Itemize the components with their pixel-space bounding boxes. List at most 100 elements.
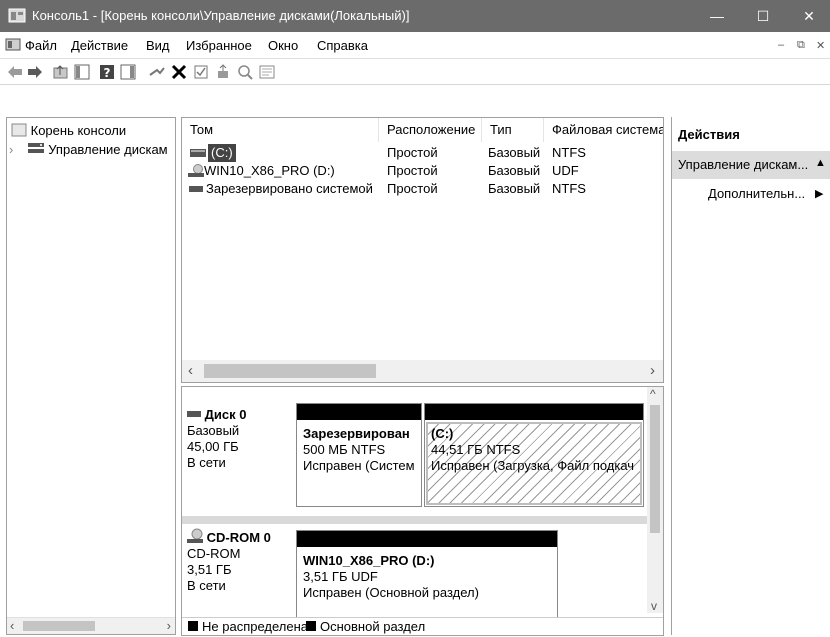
partition-size: 3,51 ГБ UDF bbox=[303, 569, 378, 584]
disk-0-info[interactable]: Диск 0 Базовый 45,00 ГБ В сети bbox=[187, 407, 293, 471]
menu-favorites[interactable]: Избранное bbox=[186, 38, 252, 53]
tree-horizontal-scrollbar[interactable]: ‹ › bbox=[7, 617, 175, 634]
maximize-button[interactable]: ☐ bbox=[740, 0, 786, 32]
partition-status: Исправен (Загрузка, Файл подкач bbox=[431, 458, 635, 473]
partition-title: WIN10_X86_PRO (D:) bbox=[303, 553, 435, 568]
volume-name-cell: Зарезервировано системой bbox=[206, 181, 373, 196]
window-title: Консоль1 - [Корень консоли\Управление ди… bbox=[32, 8, 410, 23]
mdi-restore-button[interactable]: ⧉ bbox=[797, 39, 805, 52]
menu-window[interactable]: Окно bbox=[268, 38, 298, 53]
disk-name: CD-ROM 0 bbox=[206, 530, 271, 545]
partition-size: 44,51 ГБ NTFS bbox=[431, 442, 521, 457]
extend-icon[interactable] bbox=[214, 63, 232, 81]
cdrom-0-info[interactable]: CD-ROM 0 CD-ROM 3,51 ГБ В сети bbox=[187, 528, 293, 594]
volume-list: Том Расположение Тип Файловая система (C… bbox=[181, 117, 664, 383]
disk-volume-icon bbox=[190, 149, 206, 157]
actions-section-disk-management[interactable]: Управление дискам... ▲ bbox=[672, 151, 830, 179]
table-row[interactable]: (C:) Простой Базовый NTFS bbox=[182, 144, 663, 162]
menu-file[interactable]: Файл bbox=[25, 38, 57, 53]
scroll-right-arrow-icon[interactable]: › bbox=[167, 618, 171, 633]
legend-primary-label: Основной раздел bbox=[320, 619, 426, 634]
type-cell: Базовый bbox=[488, 145, 541, 160]
scroll-thumb[interactable] bbox=[204, 364, 376, 378]
scroll-thumb[interactable] bbox=[23, 621, 95, 631]
connect-icon[interactable] bbox=[148, 63, 166, 81]
partition-c[interactable]: (C:) 44,51 ГБ NTFS Исправен (Загрузка, Ф… bbox=[424, 403, 644, 507]
submenu-arrow-icon: ▶ bbox=[815, 188, 824, 200]
menu-bar: Файл Действие Вид Избранное Окно Справка… bbox=[0, 32, 830, 59]
disk-separator bbox=[182, 516, 647, 524]
volume-name-cell: (C:) bbox=[208, 144, 236, 162]
partition-status: Исправен (Систем bbox=[303, 458, 415, 473]
expand-arrow-icon[interactable]: › bbox=[9, 142, 23, 157]
mdi-minimize-button[interactable]: – bbox=[778, 39, 784, 51]
help-icon[interactable]: ? bbox=[98, 63, 116, 81]
console-tree-pane: Корень консоли › Управление дискам ‹ › bbox=[6, 117, 176, 635]
filesystem-cell: UDF bbox=[552, 163, 579, 178]
filesystem-cell: NTFS bbox=[552, 181, 586, 196]
close-button[interactable]: ✕ bbox=[786, 0, 830, 32]
disk-management-icon bbox=[27, 143, 44, 153]
column-header-type[interactable]: Тип bbox=[482, 118, 544, 142]
disk-status: В сети bbox=[187, 578, 226, 593]
scroll-thumb[interactable] bbox=[650, 405, 660, 533]
up-folder-icon[interactable] bbox=[52, 63, 70, 81]
menu-help[interactable]: Справка bbox=[317, 38, 368, 53]
scroll-right-arrow-icon[interactable]: › bbox=[650, 362, 655, 379]
show-hide-console-tree-icon[interactable] bbox=[73, 63, 91, 81]
tree-item-label: Управление дискам bbox=[48, 142, 168, 157]
disk-graphical-view: Диск 0 Базовый 45,00 ГБ В сети Зарезерви… bbox=[181, 386, 664, 636]
location-cell: Простой bbox=[387, 145, 438, 160]
legend-unallocated-swatch bbox=[188, 621, 198, 631]
svg-text:?: ? bbox=[104, 66, 111, 80]
cd-drive-icon bbox=[187, 528, 203, 543]
table-row[interactable]: Зарезервировано системой Простой Базовый… bbox=[182, 180, 663, 198]
console-window-icon[interactable] bbox=[5, 37, 21, 53]
actions-header: Действия bbox=[678, 127, 740, 142]
scroll-left-arrow-icon[interactable]: ‹ bbox=[10, 618, 14, 633]
tree-item-disk-management[interactable]: › Управление дискам bbox=[9, 142, 168, 162]
table-row[interactable]: WIN10_X86_PRO (D:) Простой Базовый UDF bbox=[182, 162, 663, 180]
scroll-left-arrow-icon[interactable]: ‹ bbox=[188, 362, 193, 379]
forward-icon[interactable] bbox=[26, 63, 44, 81]
folder-icon bbox=[11, 123, 27, 137]
scroll-up-arrow-icon[interactable]: ^ bbox=[650, 387, 656, 401]
action-label: Дополнительн... bbox=[708, 186, 806, 201]
menu-view[interactable]: Вид bbox=[146, 38, 170, 53]
collapse-arrow-icon[interactable]: ▲ bbox=[815, 157, 826, 169]
volume-name-cell: WIN10_X86_PRO (D:) bbox=[204, 163, 335, 178]
disk-kind: CD-ROM bbox=[187, 546, 241, 561]
partition-size: 500 МБ NTFS bbox=[303, 442, 386, 457]
actions-section-label: Управление дискам... bbox=[678, 157, 809, 172]
location-cell: Простой bbox=[387, 163, 438, 178]
tree-item-console-root[interactable]: Корень консоли bbox=[11, 122, 126, 142]
partition-status: Исправен (Основной раздел) bbox=[303, 585, 479, 600]
legend-unallocated-label: Не распределена bbox=[202, 619, 309, 634]
properties-icon[interactable] bbox=[258, 63, 276, 81]
column-header-filesystem[interactable]: Файловая система bbox=[544, 118, 663, 142]
search-icon[interactable] bbox=[236, 63, 254, 81]
legend-primary-swatch bbox=[306, 621, 316, 631]
column-header-volume[interactable]: Том bbox=[182, 118, 379, 142]
cd-drive-icon bbox=[188, 164, 204, 177]
menu-action[interactable]: Действие bbox=[71, 38, 128, 53]
tree-item-label: Корень консоли bbox=[30, 123, 127, 138]
partition-type-bar bbox=[425, 404, 643, 420]
disk-0-row: Диск 0 Базовый 45,00 ГБ В сети Зарезерви… bbox=[182, 387, 647, 517]
toolbar: ? bbox=[0, 59, 830, 85]
scroll-down-arrow-icon[interactable]: v bbox=[651, 599, 657, 613]
action-more-actions[interactable]: Дополнительн... ▶ bbox=[672, 183, 830, 205]
volume-list-horizontal-scrollbar[interactable]: ‹ › bbox=[182, 360, 663, 382]
disk-view-vertical-scrollbar[interactable]: ^ v bbox=[647, 387, 663, 613]
action-pane-icon[interactable] bbox=[119, 63, 137, 81]
column-header-location[interactable]: Расположение bbox=[379, 118, 482, 142]
partition-type-bar bbox=[297, 531, 557, 547]
check-icon[interactable] bbox=[192, 63, 210, 81]
location-cell: Простой bbox=[387, 181, 438, 196]
back-icon[interactable] bbox=[6, 63, 24, 81]
mdi-close-button[interactable]: ✕ bbox=[816, 39, 825, 52]
partition-type-bar bbox=[297, 404, 421, 420]
minimize-button[interactable]: — bbox=[694, 0, 740, 32]
partition-system-reserved[interactable]: Зарезервирован 500 МБ NTFS Исправен (Сис… bbox=[296, 403, 422, 507]
delete-icon[interactable] bbox=[170, 63, 188, 81]
